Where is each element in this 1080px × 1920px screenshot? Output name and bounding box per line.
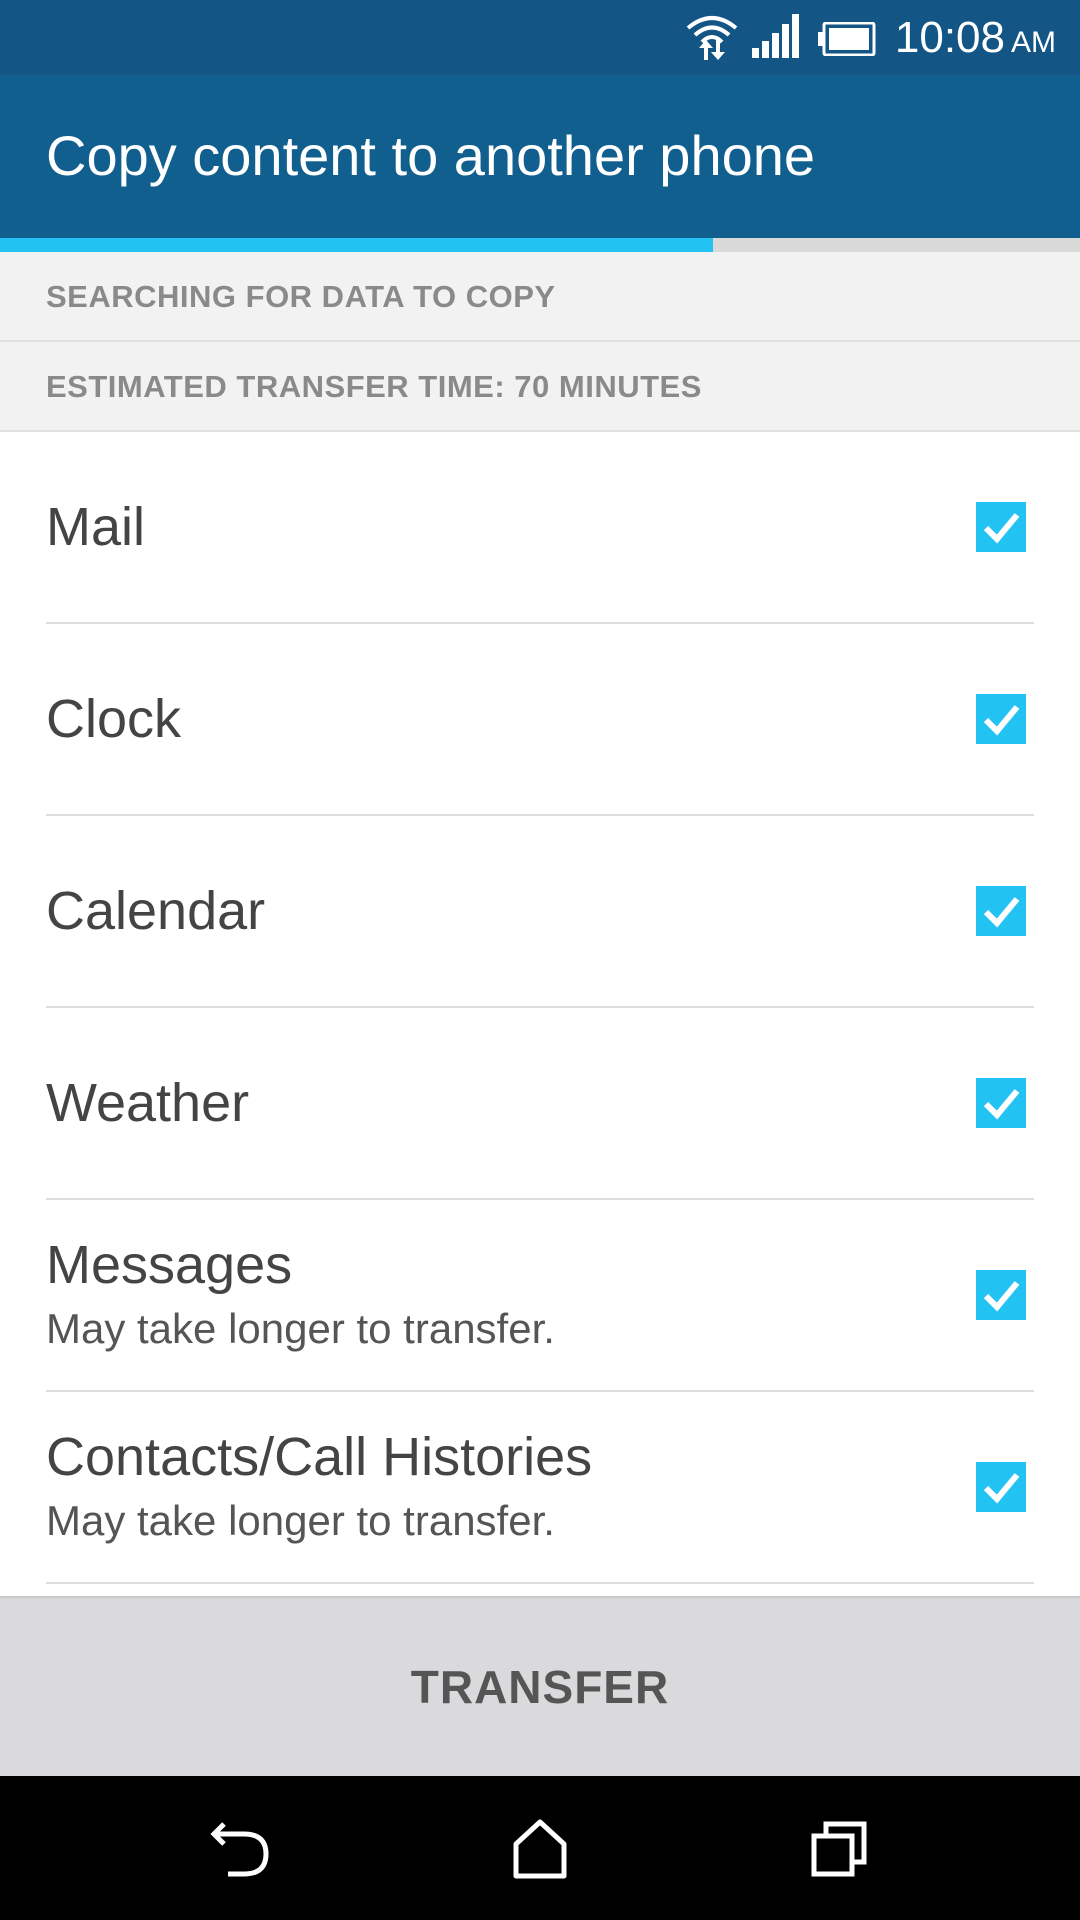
transfer-button[interactable]: TRANSFER [0, 1598, 1080, 1776]
page-title: Copy content to another phone [46, 124, 816, 187]
item-label: Calendar [46, 881, 266, 941]
home-icon[interactable] [502, 1810, 578, 1886]
content-list: Mail Clock Calendar Weather Messages May… [0, 432, 1080, 1584]
back-icon[interactable] [204, 1810, 280, 1886]
item-subtitle: May take longer to transfer. [46, 1305, 555, 1352]
check-icon [983, 1281, 1020, 1312]
wifi-data-icon [686, 16, 738, 60]
estimate-row: ESTIMATED TRANSFER TIME: 70 MINUTES [0, 342, 1080, 432]
progress-fill [0, 238, 713, 252]
check-icon [983, 513, 1020, 544]
navigation-bar [0, 1776, 1080, 1920]
check-icon [983, 897, 1020, 928]
weather-checkbox[interactable] [976, 1078, 1026, 1128]
list-item-messages[interactable]: Messages May take longer to transfer. [0, 1200, 1080, 1392]
search-status-row: SEARCHING FOR DATA TO COPY [0, 252, 1080, 342]
status-bar: 10:08 AM [0, 0, 1080, 75]
list-item-clock[interactable]: Clock [0, 624, 1080, 816]
check-icon [983, 705, 1020, 736]
search-status-text: SEARCHING FOR DATA TO COPY [46, 279, 556, 314]
battery-icon [818, 22, 876, 56]
app-bar: Copy content to another phone [0, 75, 1080, 238]
list-item-calendar[interactable]: Calendar [0, 816, 1080, 1008]
mail-checkbox[interactable] [976, 502, 1026, 552]
item-subtitle: May take longer to transfer. [46, 1497, 555, 1544]
time-ampm: AM [1011, 26, 1056, 59]
recent-apps-icon[interactable] [802, 1810, 878, 1886]
item-label: Contacts/Call Histories [46, 1427, 593, 1487]
list-item-weather[interactable]: Weather [0, 1008, 1080, 1200]
item-label: Clock [46, 689, 182, 749]
contacts-checkbox[interactable] [976, 1462, 1026, 1512]
calendar-checkbox[interactable] [976, 886, 1026, 936]
bottom-action-bar: TRANSFER [0, 1596, 1080, 1776]
status-time: 10:08 AM [895, 12, 1056, 69]
messages-checkbox[interactable] [976, 1270, 1026, 1320]
item-label: Weather [46, 1073, 250, 1133]
list-item-contacts[interactable]: Contacts/Call Histories May take longer … [0, 1392, 1080, 1584]
item-label: Messages [46, 1235, 293, 1295]
clock-checkbox[interactable] [976, 694, 1026, 744]
item-label: Mail [46, 497, 146, 557]
estimate-text: ESTIMATED TRANSFER TIME: 70 MINUTES [46, 369, 702, 404]
check-icon [983, 1473, 1020, 1504]
divider [46, 1582, 1034, 1584]
check-icon [983, 1089, 1020, 1120]
list-item-mail[interactable]: Mail [0, 432, 1080, 624]
signal-icon [752, 14, 799, 58]
transfer-progress-bar [0, 238, 1080, 252]
time-text: 10:08 [894, 13, 1005, 62]
